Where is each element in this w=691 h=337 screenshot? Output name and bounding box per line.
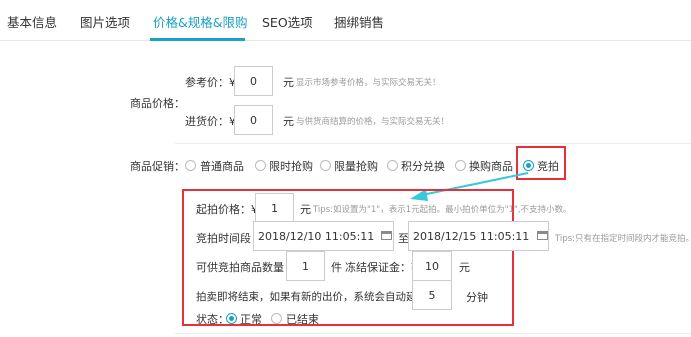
start-price-label: 起拍价格：¥ (196, 203, 258, 216)
start-price-hint: Tips:如设置为"1"，表示1元起拍。最小拍价单位为"1",不支持小数。 (313, 205, 572, 215)
cost-price-hint: 与供货商结算的价格，与实际交易无关！ (296, 117, 450, 127)
auction-quantity-unit: 件 (331, 261, 342, 274)
tab-price-spec-limit[interactable]: 价格&规格&限购 (153, 12, 248, 31)
status-normal-radio[interactable] (226, 313, 237, 324)
promo-flash-sale-label[interactable]: 限时抢购 (269, 158, 313, 174)
cost-price-input[interactable] (234, 105, 273, 135)
promo-normal-label[interactable]: 普通商品 (200, 158, 244, 174)
bottom-divider (175, 333, 691, 334)
status-normal-label[interactable]: 正常 (240, 311, 262, 327)
reference-price-unit: 元 (283, 76, 294, 89)
auction-status-label: 状态： (196, 313, 229, 326)
cost-price-unit: 元 (283, 115, 294, 128)
cost-price-label: 进货价：¥ (185, 115, 236, 128)
auto-extend-unit: 分钟 (466, 291, 488, 304)
status-ended-label[interactable]: 已结束 (286, 311, 319, 327)
status-ended-radio[interactable] (271, 313, 282, 324)
promo-normal-radio[interactable] (185, 160, 196, 171)
reference-price-input[interactable] (234, 66, 273, 96)
auction-quantity-label: 可供竞拍商品数量： (196, 261, 295, 274)
section-divider (175, 143, 691, 144)
promo-auction-label[interactable]: 竞拍 (537, 158, 559, 174)
calendar-icon[interactable] (381, 230, 392, 240)
reference-price-hint: 显示市场参考价格，与实际交易无关！ (296, 78, 441, 88)
start-price-input[interactable] (255, 193, 294, 223)
tab-image-options[interactable]: 图片选项 (80, 12, 130, 31)
auction-period-hint: Tips:只有在指定时间段内才能竞拍。 (555, 234, 691, 244)
active-tab-indicator (150, 38, 245, 41)
auction-start-time-input[interactable] (253, 221, 394, 251)
start-price-unit: 元 (300, 203, 311, 216)
deposit-input[interactable] (412, 251, 452, 281)
promo-flash-sale-radio[interactable] (255, 160, 266, 171)
tab-bar: 基本信息 图片选项 价格&规格&限购 SEO选项 捆绑销售 (0, 0, 691, 41)
promo-limited-qty-label[interactable]: 限量抢购 (334, 158, 378, 174)
tab-seo-options[interactable]: SEO选项 (262, 12, 313, 31)
deposit-label: 冻结保证金：¥ (345, 261, 418, 274)
auto-extend-label: 拍卖即将结束，如果有新的出价，系统会自动延长 (196, 291, 427, 303)
deposit-unit: 元 (459, 261, 470, 274)
tab-bundle-sales[interactable]: 捆绑销售 (334, 12, 384, 31)
auction-quantity-input[interactable] (286, 251, 325, 281)
tab-basic-info[interactable]: 基本信息 (7, 12, 57, 31)
price-section-label: 商品价格： (130, 97, 185, 110)
promotion-section-label: 商品促销： (130, 160, 185, 173)
reference-price-label: 参考价：¥ (185, 76, 236, 89)
auto-extend-input[interactable] (412, 280, 452, 310)
auction-end-time-input[interactable] (408, 221, 549, 251)
calendar-icon[interactable] (537, 230, 548, 240)
promo-points-radio[interactable] (387, 160, 398, 171)
promo-limited-qty-radio[interactable] (320, 160, 331, 171)
